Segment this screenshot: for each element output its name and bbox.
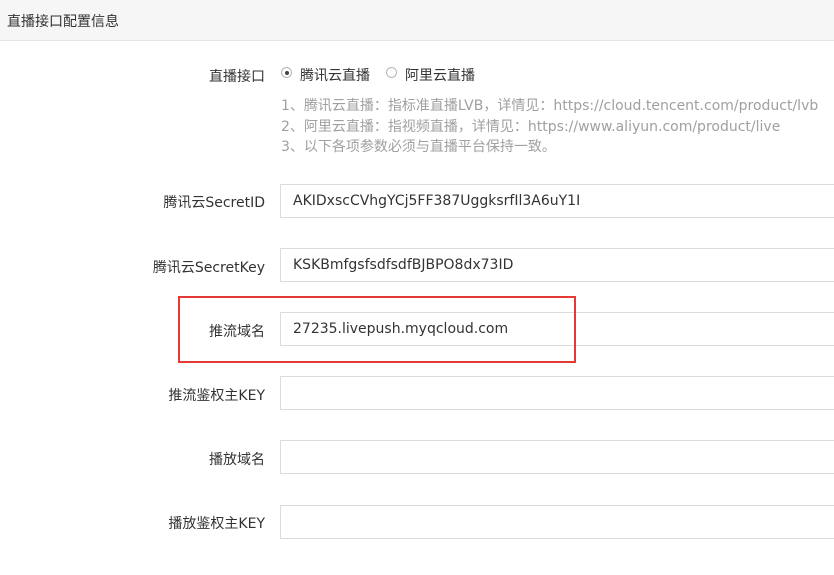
push-auth-key-input[interactable] [280, 376, 834, 410]
play-auth-key-label: 播放鉴权主KEY [168, 516, 265, 532]
radio-tencent-label[interactable]: 腾讯云直播 [300, 65, 370, 85]
panel-header: 直播接口配置信息 [0, 0, 834, 41]
radio-aliyun-label[interactable]: 阿里云直播 [405, 65, 475, 85]
help-line-3: 3、以下各项参数必须与直播平台保持一致。 [281, 139, 556, 155]
secret-key-label: 腾讯云SecretKey [152, 260, 265, 276]
play-auth-key-input[interactable] [280, 505, 834, 539]
secret-key-input[interactable] [280, 248, 834, 282]
push-auth-key-label: 推流鉴权主KEY [168, 388, 265, 404]
help-line-2: 2、阿里云直播：指视频直播，详情见：https://www.aliyun.com… [281, 119, 781, 135]
help-line-1: 1、腾讯云直播：指标准直播LVB，详情见：https://cloud.tence… [281, 98, 819, 114]
play-domain-input[interactable] [280, 440, 834, 474]
secret-id-input[interactable] [280, 184, 834, 218]
radio-aliyun[interactable] [386, 67, 397, 78]
radio-tencent[interactable] [281, 67, 292, 78]
panel-title: 直播接口配置信息 [7, 14, 119, 30]
play-domain-label: 播放域名 [209, 452, 265, 468]
secret-id-label: 腾讯云SecretID [163, 195, 265, 211]
highlight-box [178, 296, 576, 363]
live-interface-label: 直播接口 [209, 69, 265, 85]
